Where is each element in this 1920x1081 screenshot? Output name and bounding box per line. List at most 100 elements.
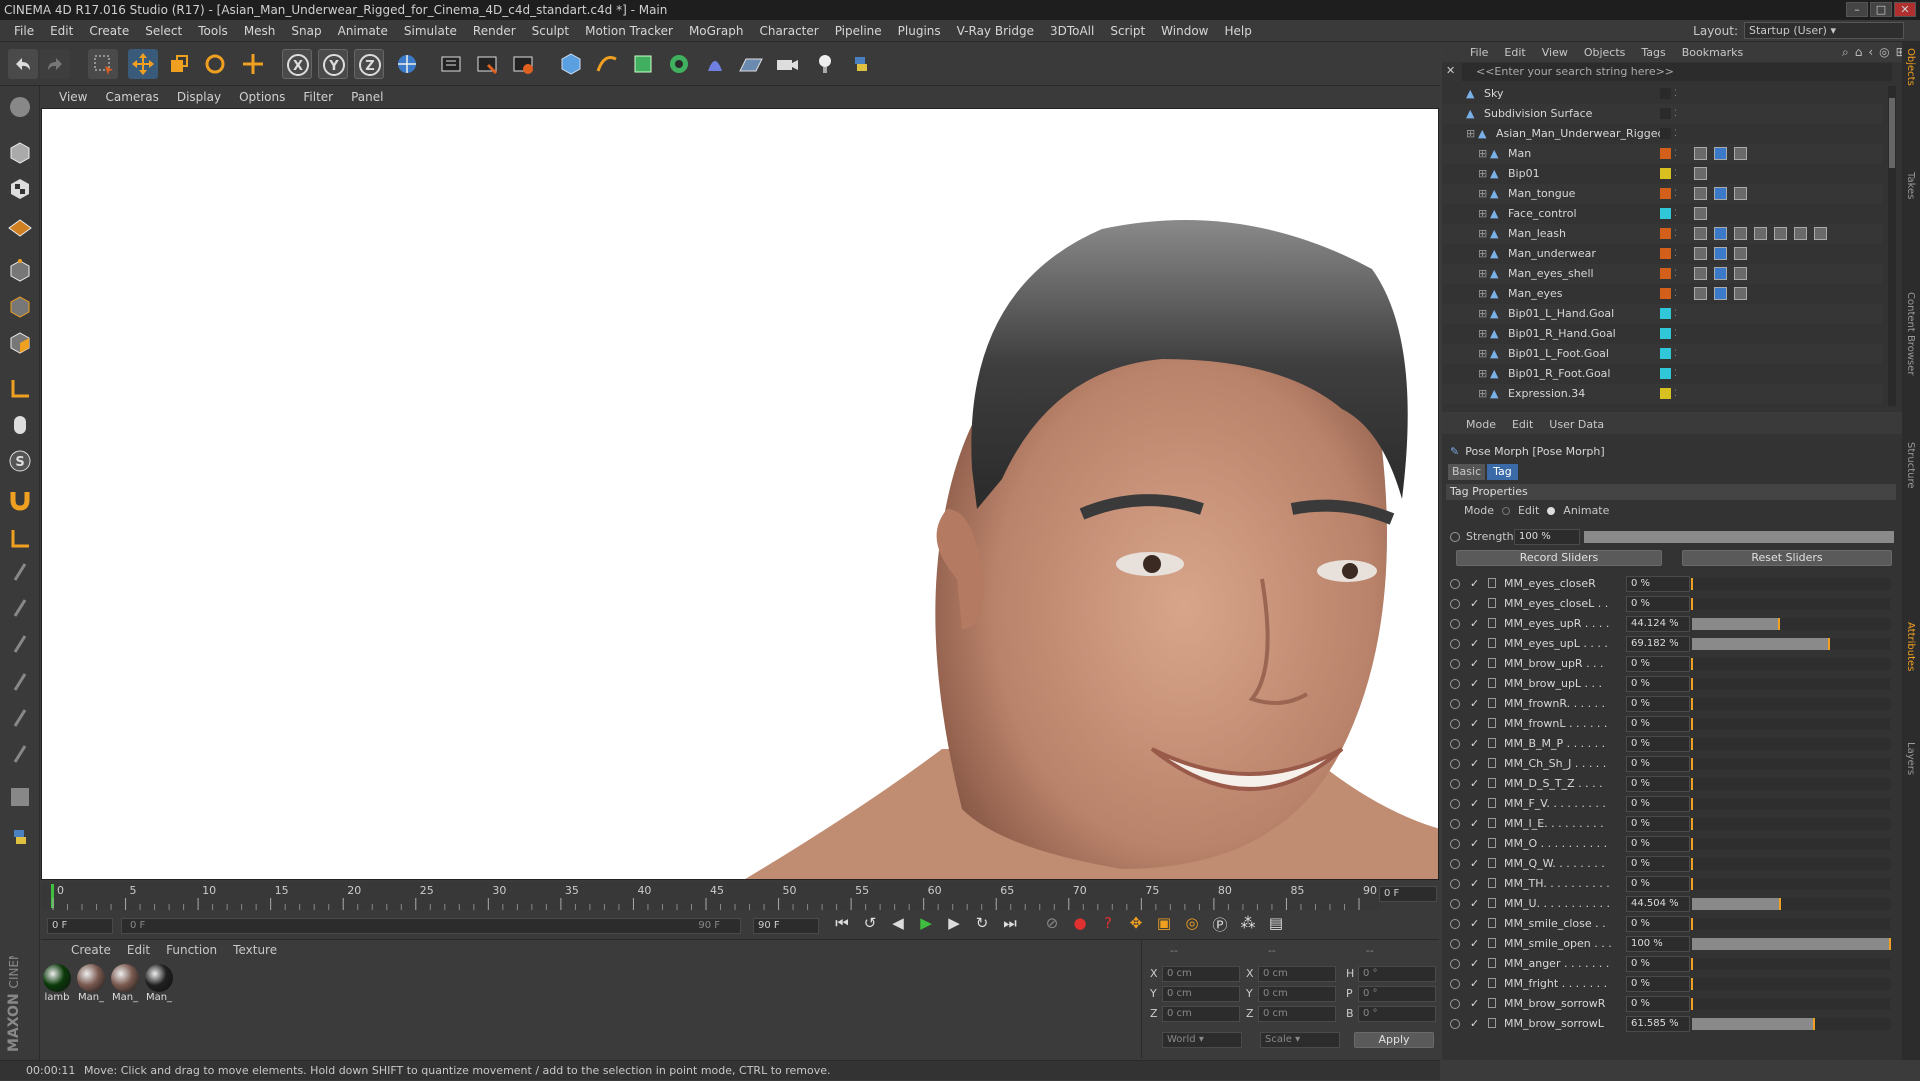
morph-anim-icon[interactable] [1450, 839, 1460, 849]
object-menu-edit[interactable]: Edit [1496, 46, 1533, 59]
mograph-cloner-icon[interactable] [664, 49, 694, 79]
z-axis-lock-icon[interactable]: Z [354, 49, 384, 79]
layer-color-swatch[interactable] [1660, 168, 1671, 179]
side-tab-attributes[interactable]: Attributes [1902, 622, 1920, 732]
layer-color-swatch[interactable] [1660, 108, 1671, 119]
python-script-icon[interactable] [5, 822, 35, 852]
autokey-icon[interactable]: ? [1097, 914, 1119, 936]
side-tab-structure[interactable]: Structure [1902, 442, 1920, 552]
morph-anim-icon[interactable] [1450, 779, 1460, 789]
strength-anim-icon[interactable] [1450, 532, 1460, 542]
material-menu-function[interactable]: Function [158, 943, 225, 957]
object-row[interactable]: ⊞ ▲ Bip01_R_Hand.Goal ⁚ [1442, 324, 1882, 344]
viewport-menu-filter[interactable]: Filter [294, 90, 342, 104]
tag-icon[interactable] [1714, 287, 1727, 300]
material-item[interactable]: Man_ [145, 964, 173, 1003]
morph-slider-track[interactable] [1692, 838, 1890, 850]
coord-value-field[interactable]: 0 cm [1162, 1006, 1240, 1022]
menu-3dtoall[interactable]: 3DToAll [1042, 24, 1102, 38]
tag-icon[interactable] [1734, 287, 1747, 300]
next-key-icon[interactable]: ↻ [971, 914, 993, 936]
tag-icon[interactable] [1734, 227, 1747, 240]
object-scrollbar-thumb[interactable] [1889, 98, 1895, 168]
morph-enable-checkbox[interactable]: ✓ [1470, 814, 1479, 834]
visibility-dots-icon[interactable]: ⁚ [1674, 304, 1677, 324]
layer-color-swatch[interactable] [1660, 288, 1671, 299]
object-row[interactable]: ⊞ ▲ Bip01 ⁚ [1442, 164, 1882, 184]
visibility-dots-icon[interactable]: ⁚ [1674, 264, 1677, 284]
tag-icon[interactable] [1734, 147, 1747, 160]
morph-anim-icon[interactable] [1450, 879, 1460, 889]
object-menu-file[interactable]: File [1462, 46, 1496, 59]
morph-value-field[interactable]: 0 % [1626, 756, 1690, 772]
key-parameter-icon[interactable]: Ⓟ [1209, 914, 1231, 936]
next-frame-icon[interactable]: ▶ [943, 914, 965, 936]
expand-icon[interactable]: ⊞ [1478, 204, 1487, 224]
morph-anim-icon[interactable] [1450, 739, 1460, 749]
menu-file[interactable]: File [6, 24, 42, 38]
morph-anim-icon[interactable] [1450, 599, 1460, 609]
scale-icon[interactable] [164, 49, 194, 79]
coord-value-field[interactable]: 0 cm [1162, 966, 1240, 982]
material-item[interactable]: Man_ [111, 964, 139, 1003]
tag-icon[interactable] [1774, 227, 1787, 240]
object-row[interactable]: ▲ Sky ⁚ [1442, 84, 1882, 104]
morph-slider-track[interactable] [1692, 978, 1890, 990]
morph-enable-checkbox[interactable]: ✓ [1470, 754, 1479, 774]
morph-enable-checkbox[interactable]: ✓ [1470, 594, 1479, 614]
coord-value-field[interactable]: 0 ° [1358, 1006, 1436, 1022]
morph-slider-track[interactable] [1692, 658, 1890, 670]
object-row[interactable]: ⊞ ▲ Man_leash ⁚ [1442, 224, 1882, 244]
points-mode-icon[interactable] [5, 256, 35, 286]
morph-enable-checkbox[interactable]: ✓ [1470, 934, 1479, 954]
morph-value-field[interactable]: 0 % [1626, 976, 1690, 992]
morph-enable-checkbox[interactable]: ✓ [1470, 574, 1479, 594]
expand-icon[interactable]: ⊞ [1478, 344, 1487, 364]
timeline-ruler[interactable]: 0 5 10 15 20 25 30 35 40 45 50 55 60 65 70 75 80 85 90 0 F [41, 880, 1439, 912]
morph-slider-track[interactable] [1692, 698, 1890, 710]
visibility-dots-icon[interactable]: ⁚ [1674, 244, 1677, 264]
tag-icon[interactable] [1714, 147, 1727, 160]
object-row[interactable]: ▲ Subdivision Surface ⁚ [1442, 104, 1882, 124]
morph-slider-track[interactable] [1692, 598, 1890, 610]
morph-anim-icon[interactable] [1450, 919, 1460, 929]
morph-value-field[interactable]: 0 % [1626, 816, 1690, 832]
end-frame-field[interactable]: 90 F [753, 918, 819, 934]
side-tab-content-browser[interactable]: Content Browser [1902, 292, 1920, 402]
morph-slider-track[interactable] [1692, 738, 1890, 750]
morph-slider-handle[interactable] [1813, 1018, 1815, 1030]
coord-value-field[interactable]: 0 ° [1358, 966, 1436, 982]
axis-mode-icon[interactable] [5, 374, 35, 404]
expand-icon[interactable]: ⊞ [1478, 244, 1487, 264]
morph-enable-checkbox[interactable]: ✓ [1470, 1014, 1479, 1034]
expand-icon[interactable]: ⊞ [1478, 184, 1487, 204]
morph-anim-icon[interactable] [1450, 659, 1460, 669]
material-menu-texture[interactable]: Texture [225, 943, 285, 957]
viewport-menu-display[interactable]: Display [168, 90, 230, 104]
close-button[interactable]: ✕ [1894, 2, 1916, 17]
layer-color-swatch[interactable] [1660, 308, 1671, 319]
layer-color-swatch[interactable] [1660, 188, 1671, 199]
menu-help[interactable]: Help [1216, 24, 1259, 38]
cube-icon[interactable] [556, 49, 586, 79]
morph-slider-handle[interactable] [1691, 838, 1693, 850]
object-menu-bookmarks[interactable]: Bookmarks [1674, 46, 1751, 59]
morph-enable-checkbox[interactable]: ✓ [1470, 994, 1479, 1014]
viewport-menu-options[interactable]: Options [230, 90, 294, 104]
morph-value-field[interactable]: 0 % [1626, 836, 1690, 852]
morph-slider-track[interactable] [1692, 918, 1890, 930]
texture-mode-icon[interactable] [5, 174, 35, 204]
go-to-end-icon[interactable]: ⏭ [999, 914, 1021, 936]
morph-value-field[interactable]: 0 % [1626, 676, 1690, 692]
rotate-icon[interactable] [200, 49, 230, 79]
python-icon[interactable] [846, 49, 876, 79]
morph-slider-handle[interactable] [1691, 578, 1693, 590]
coord-value-field[interactable]: 0 cm [1258, 966, 1336, 982]
coord-value-field[interactable]: 0 cm [1258, 986, 1336, 1002]
visibility-dots-icon[interactable]: ⁚ [1674, 224, 1677, 244]
layer-color-swatch[interactable] [1660, 348, 1671, 359]
attribute-menu-user-data[interactable]: User Data [1541, 418, 1612, 431]
menu-mograph[interactable]: MoGraph [681, 24, 752, 38]
morph-anim-icon[interactable] [1450, 859, 1460, 869]
menu-tools[interactable]: Tools [190, 24, 236, 38]
